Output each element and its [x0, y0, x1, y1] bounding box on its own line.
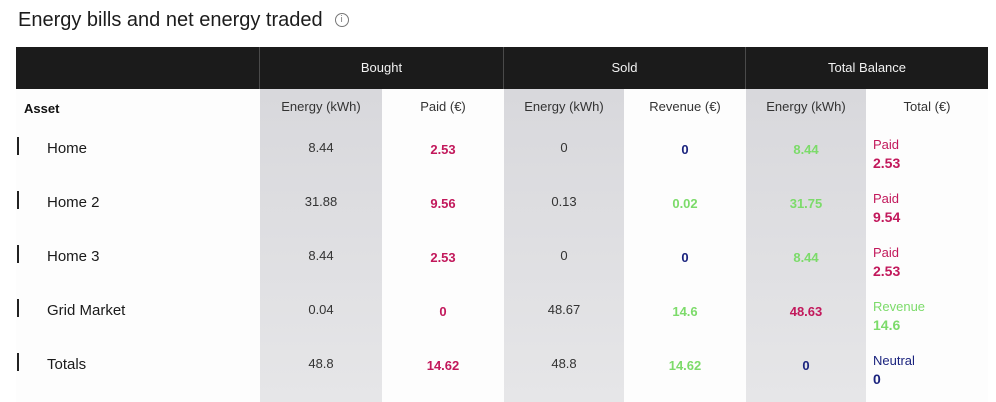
total-status-label: Paid [873, 245, 900, 260]
table-row: Grid Market 0.04 0 48.67 14.6 48.63 Reve… [16, 284, 988, 338]
group-sold: Sold [611, 60, 638, 75]
sold-revenue-cell: 14.6 [672, 304, 698, 319]
total-value: 0 [873, 371, 881, 387]
page-title: Energy bills and net energy traded [18, 8, 323, 31]
col-header-sold-revenue: Revenue (€) [649, 99, 721, 114]
bought-paid-cell: 14.62 [426, 358, 460, 373]
bought-paid-cell: 2.53 [430, 142, 456, 157]
bought-energy-cell: 8.44 [308, 248, 334, 263]
bought-paid-cell: 0 [439, 304, 447, 319]
sold-energy-cell: 48.67 [547, 302, 581, 317]
bought-paid-cell: 9.56 [430, 196, 456, 211]
row-indicator [17, 191, 19, 209]
row-indicator [17, 245, 19, 263]
sold-revenue-cell: 0.02 [672, 196, 698, 211]
col-header-balance-energy: Energy (kWh) [766, 99, 846, 114]
table-row: Totals 48.8 14.62 48.8 14.62 0 Neutral 0 [16, 338, 988, 392]
col-header-balance-total: Total (€) [903, 99, 951, 114]
balance-total-cell: Paid 2.53 [873, 245, 983, 279]
total-status-label: Revenue [873, 299, 926, 314]
col-header-asset: Asset [24, 101, 60, 116]
balance-energy-cell: 0 [802, 358, 810, 373]
balance-total-cell: Revenue 14.6 [873, 299, 983, 333]
balance-energy-cell: 8.44 [793, 142, 819, 157]
energy-bills-table: Bought Sold Total Balance Asset Energy (… [16, 47, 988, 402]
total-value: 14.6 [873, 317, 901, 333]
asset-name: Totals [47, 356, 87, 373]
sold-energy-cell: 48.8 [551, 356, 577, 371]
total-status-label: Paid [873, 137, 900, 152]
col-header-bought-energy: Energy (kWh) [281, 99, 361, 114]
row-indicator [17, 137, 19, 155]
total-value: 9.54 [873, 209, 901, 225]
table-row: Home 8.44 2.53 0 0 8.44 Paid 2.53 [16, 122, 988, 176]
balance-total-cell: Paid 9.54 [873, 191, 983, 225]
sold-energy-cell: 0.13 [551, 194, 577, 209]
group-total-balance: Total Balance [827, 60, 907, 75]
balance-total-cell: Neutral 0 [873, 353, 983, 387]
balance-energy-cell: 48.63 [789, 304, 823, 319]
row-indicator [17, 353, 19, 371]
total-value: 2.53 [873, 155, 901, 171]
sold-revenue-cell: 0 [681, 250, 689, 265]
group-bought: Bought [360, 60, 403, 75]
col-header-bought-paid: Paid (€) [420, 99, 466, 114]
asset-name: Home 3 [47, 248, 100, 265]
title-row: Energy bills and net energy traded i [18, 6, 349, 34]
asset-name: Home [47, 140, 88, 157]
bought-energy-cell: 0.04 [308, 302, 334, 317]
balance-energy-cell: 8.44 [793, 250, 819, 265]
total-status-label: Paid [873, 191, 900, 206]
asset-name: Grid Market [47, 302, 126, 319]
bought-paid-cell: 2.53 [430, 250, 456, 265]
sold-revenue-cell: 0 [681, 142, 689, 157]
info-icon[interactable]: i [334, 13, 349, 27]
table-row: Home 3 8.44 2.53 0 0 8.44 Paid 2.53 [16, 230, 988, 284]
sold-energy-cell: 0 [560, 248, 568, 263]
asset-name: Home 2 [47, 194, 100, 211]
balance-energy-cell: 31.75 [789, 196, 823, 211]
table-row: Home 2 31.88 9.56 0.13 0.02 31.75 Paid 9… [16, 176, 988, 230]
table-group-header: Bought Sold Total Balance [16, 47, 988, 89]
bought-energy-cell: 31.88 [304, 194, 338, 209]
total-status-label: Neutral [873, 353, 915, 368]
total-value: 2.53 [873, 263, 901, 279]
bought-energy-cell: 48.8 [308, 356, 334, 371]
row-indicator [17, 299, 19, 317]
balance-total-cell: Paid 2.53 [873, 137, 983, 171]
bought-energy-cell: 8.44 [308, 140, 334, 155]
sold-energy-cell: 0 [560, 140, 568, 155]
sold-revenue-cell: 14.62 [668, 358, 702, 373]
col-header-sold-energy: Energy (kWh) [524, 99, 604, 114]
